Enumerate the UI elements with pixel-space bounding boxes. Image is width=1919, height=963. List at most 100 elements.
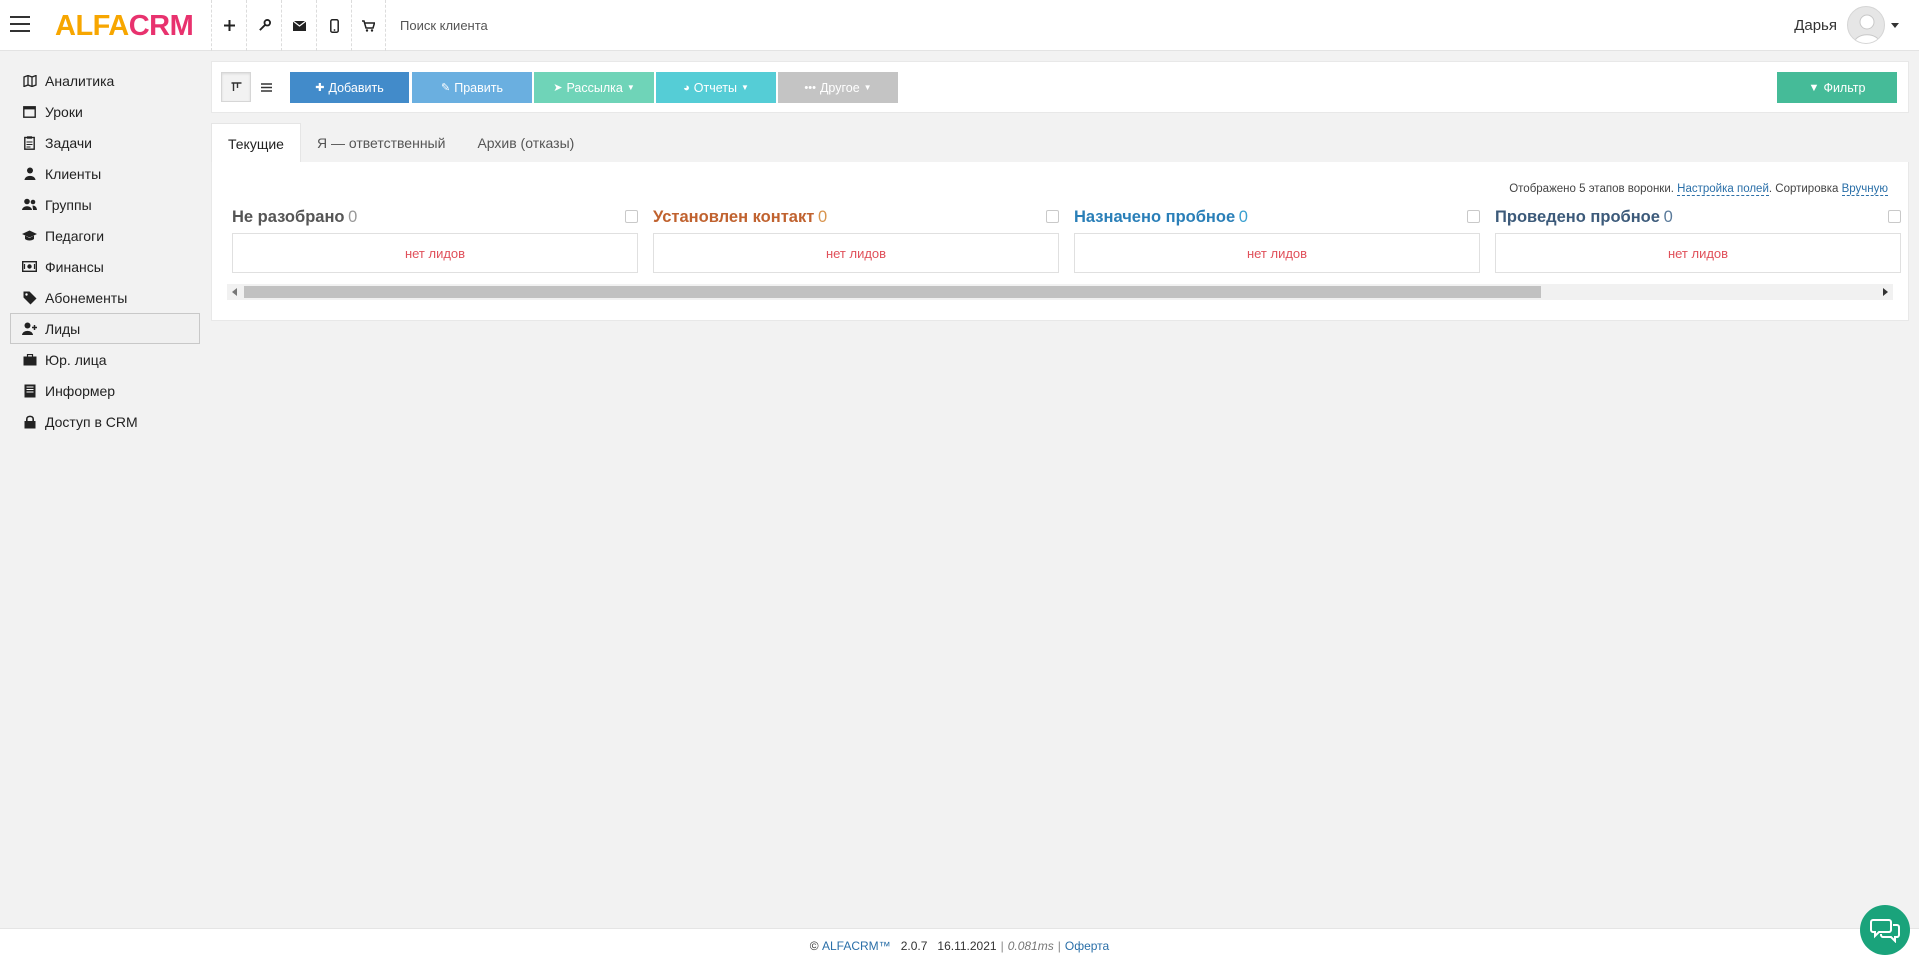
horizontal-scrollbar[interactable] xyxy=(227,284,1893,300)
sidebar-item-teachers[interactable]: Педагоги xyxy=(10,220,200,251)
edit-button-label: Править xyxy=(454,80,503,95)
pencil-icon: ✎ xyxy=(441,82,451,94)
add-button[interactable]: ✚ Добавить xyxy=(290,72,409,103)
stage-empty: нет лидов xyxy=(1495,233,1901,273)
lock-icon xyxy=(22,414,37,429)
hamburger-menu-icon[interactable] xyxy=(10,16,30,34)
sidebar-item-leads[interactable]: Лиды xyxy=(10,313,200,344)
money-icon xyxy=(22,259,37,274)
wrench-icon[interactable] xyxy=(246,0,281,51)
quick-actions xyxy=(211,0,386,51)
stage-header: Проведено пробное 0 xyxy=(1495,208,1901,233)
sidebar-item-tasks[interactable]: Задачи xyxy=(10,127,200,158)
list-view-icon[interactable] xyxy=(251,72,281,102)
stage-header: Назначено пробное 0 xyxy=(1074,208,1480,233)
sidebar-item-clients[interactable]: Клиенты xyxy=(10,158,200,189)
stage-checkbox[interactable] xyxy=(1888,210,1901,223)
brand-link[interactable]: ALFACRM™ xyxy=(822,939,891,953)
pie-chart-icon: ◕ xyxy=(683,81,690,94)
sidebar-item-finance[interactable]: Финансы xyxy=(10,251,200,282)
funnel-stage: Назначено пробное 0 нет лидов xyxy=(1074,208,1480,273)
stage-checkbox[interactable] xyxy=(1046,210,1059,223)
add-button-label: Добавить xyxy=(328,80,384,95)
sidebar-item-label: Юр. лица xyxy=(45,351,107,368)
stage-title: Проведено пробное xyxy=(1495,208,1660,226)
briefcase-icon xyxy=(22,352,37,367)
stage-checkbox[interactable] xyxy=(625,210,638,223)
graduation-cap-icon xyxy=(22,228,37,243)
avatar xyxy=(1847,6,1885,44)
sort-label: . Сортировка xyxy=(1768,183,1839,195)
tab-archive[interactable]: Архив (отказы) xyxy=(461,123,590,163)
book-icon xyxy=(22,383,37,398)
stage-count: 0 xyxy=(817,208,828,226)
sidebar-item-label: Аналитика xyxy=(45,72,115,89)
sidebar-item-crm-access[interactable]: Доступ в CRM xyxy=(10,406,200,437)
edit-button[interactable]: ✎ Править xyxy=(412,72,532,103)
offer-link[interactable]: Оферта xyxy=(1065,939,1109,953)
filter-button[interactable]: ▼ Фильтр xyxy=(1777,72,1897,103)
tab-responsible[interactable]: Я — ответственный xyxy=(301,123,461,163)
sidebar: Аналитика Уроки Задачи Клиенты Группы Пе… xyxy=(10,65,200,437)
funnel-stage: Не разобрано 0 нет лидов xyxy=(232,208,638,273)
sidebar-item-label: Лиды xyxy=(45,320,81,337)
separator: | xyxy=(1057,939,1061,953)
release-date: 16.11.2021 xyxy=(937,939,997,953)
scroll-left-arrow[interactable] xyxy=(232,288,237,296)
sidebar-item-label: Задачи xyxy=(45,134,93,151)
chevron-down-icon xyxy=(1891,22,1899,28)
cart-icon[interactable] xyxy=(351,0,386,51)
mailing-button[interactable]: ➤ Рассылка ▼ xyxy=(534,72,654,103)
sidebar-item-label: Информер xyxy=(45,382,116,399)
sort-mode-link[interactable]: Вручную xyxy=(1841,183,1888,196)
filter-icon: ▼ xyxy=(1808,81,1820,94)
other-button[interactable]: ••• Другое ▼ xyxy=(778,72,898,103)
logo-part-alfa: ALFA xyxy=(55,10,129,42)
view-toggle xyxy=(221,72,281,102)
funnel-stage: Проведено пробное 0 нет лидов xyxy=(1495,208,1901,273)
other-button-label: Другое xyxy=(819,80,860,95)
copyright-symbol: © xyxy=(809,939,819,953)
leads-content: Текущие Я — ответственный Архив (отказы)… xyxy=(211,123,1909,321)
sidebar-item-legal-entities[interactable]: Юр. лица xyxy=(10,344,200,375)
sidebar-item-groups[interactable]: Группы xyxy=(10,189,200,220)
tab-current[interactable]: Текущие xyxy=(211,123,301,163)
client-search-input[interactable] xyxy=(400,14,700,36)
reports-button[interactable]: ◕ Отчеты ▼ xyxy=(656,72,776,103)
sidebar-item-label: Абонементы xyxy=(45,289,128,306)
leads-toolbar: ✚ Добавить ✎ Править ➤ Рассылка ▼ ◕ Отчеты ▼ •… xyxy=(211,61,1909,113)
logo[interactable]: ALFACRM xyxy=(55,10,194,43)
user-menu[interactable]: Дарья xyxy=(1794,5,1899,45)
user-name: Дарья xyxy=(1794,16,1837,34)
sidebar-item-subscriptions[interactable]: Абонементы xyxy=(10,282,200,313)
field-settings-link[interactable]: Настройка полей xyxy=(1677,183,1769,196)
scroll-right-arrow[interactable] xyxy=(1883,288,1888,296)
sidebar-item-label: Уроки xyxy=(45,103,83,120)
stage-header: Установлен контакт 0 xyxy=(653,208,1059,233)
scrollbar-thumb[interactable] xyxy=(244,286,1541,298)
tabs: Текущие Я — ответственный Архив (отказы) xyxy=(211,123,1909,163)
sidebar-item-label: Педагоги xyxy=(45,227,105,244)
chat-widget-button[interactable] xyxy=(1860,905,1910,955)
top-bar: ALFACRM Дарья xyxy=(0,0,1919,51)
stage-checkbox[interactable] xyxy=(1467,210,1480,223)
sidebar-item-label: Клиенты xyxy=(45,165,102,182)
sidebar-item-analytics[interactable]: Аналитика xyxy=(10,65,200,96)
stage-title: Назначено пробное xyxy=(1074,208,1236,226)
stage-count: 0 xyxy=(1663,208,1673,226)
paper-plane-icon: ➤ xyxy=(553,82,563,94)
mobile-icon[interactable] xyxy=(316,0,351,51)
stage-title: Не разобрано xyxy=(232,208,345,226)
plus-icon[interactable] xyxy=(211,0,246,51)
caret-down-icon: ▼ xyxy=(626,83,635,92)
sidebar-item-informer[interactable]: Информер xyxy=(10,375,200,406)
stage-empty: нет лидов xyxy=(653,233,1059,273)
kanban-view-icon[interactable] xyxy=(221,72,251,102)
tags-icon xyxy=(22,290,37,305)
stage-empty: нет лидов xyxy=(1074,233,1480,273)
users-icon xyxy=(22,197,37,212)
sidebar-item-lessons[interactable]: Уроки xyxy=(10,96,200,127)
mail-icon[interactable] xyxy=(281,0,316,51)
map-icon xyxy=(22,73,37,88)
user-plus-icon xyxy=(22,321,37,336)
